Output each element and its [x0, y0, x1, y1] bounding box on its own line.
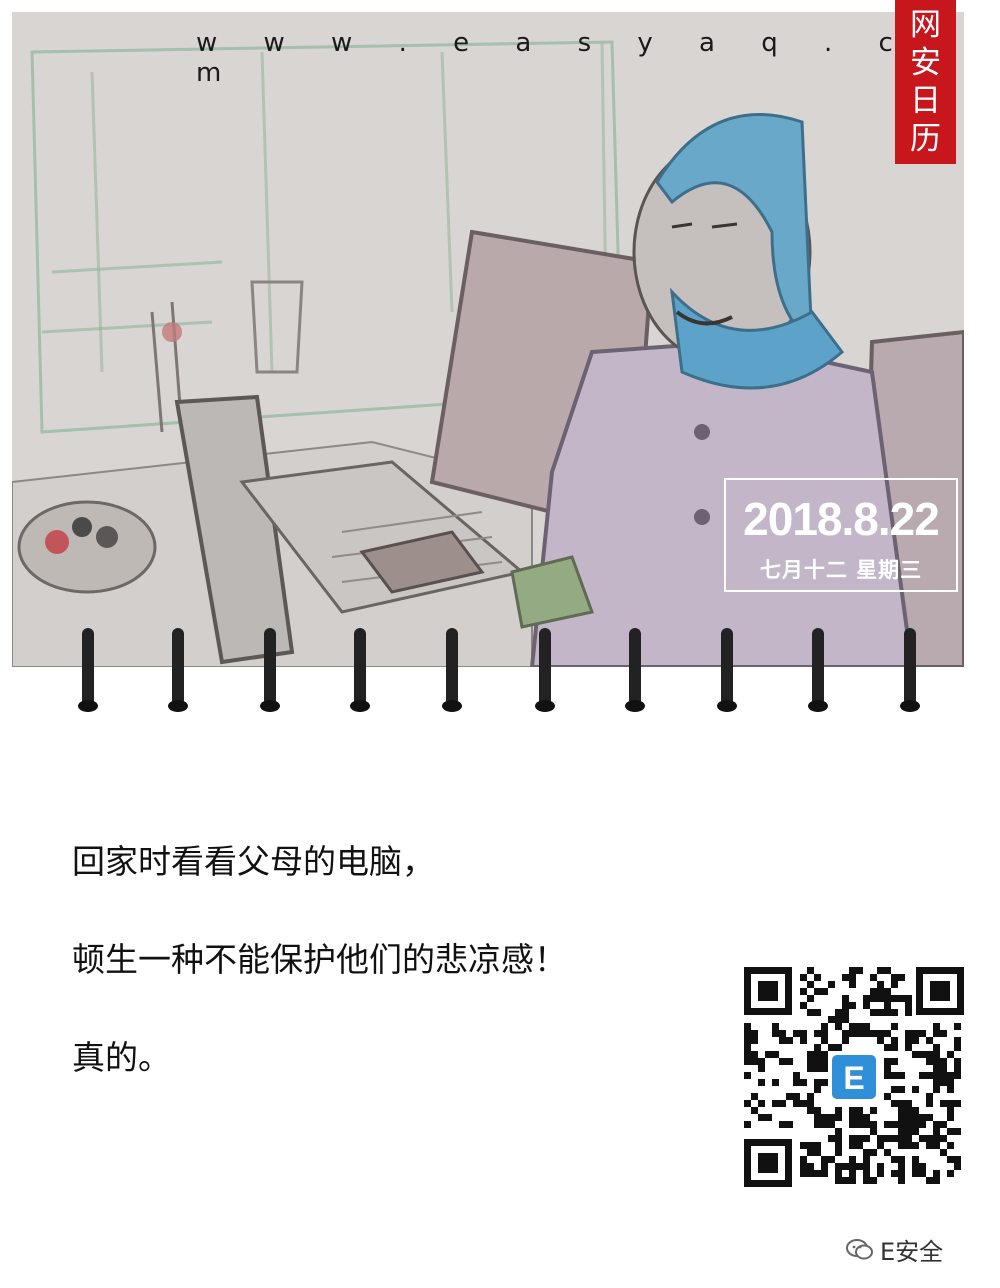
- binder-ring: [442, 628, 462, 712]
- watermark-text: E安全: [880, 1238, 944, 1266]
- watermark: E安全: [846, 1232, 943, 1267]
- wechat-icon: [846, 1238, 873, 1259]
- message-text: 回家时看看父母的电脑， 顿生一种不能保护他们的悲凉感！ 真的。: [72, 840, 567, 1134]
- qr-code: E: [744, 967, 964, 1187]
- message-line: 顿生一种不能保护他们的悲凉感！: [72, 940, 567, 979]
- calendar-tag: 网 安 日 历: [895, 0, 956, 164]
- binder-ring: [350, 628, 370, 712]
- tag-char: 网: [910, 7, 941, 43]
- tag-char: 日: [910, 83, 941, 119]
- binder-ring: [535, 628, 555, 712]
- date-text: 2018.8.22: [743, 493, 940, 545]
- binder-ring: [808, 628, 828, 712]
- binder-ring: [900, 628, 920, 712]
- binder-ring: [717, 628, 737, 712]
- message-line: 回家时看看父母的电脑，: [72, 842, 435, 881]
- message-line: 真的。: [72, 1038, 171, 1077]
- qr-center-letter: E: [843, 1060, 864, 1096]
- tag-char: 安: [910, 45, 941, 81]
- website-url: w w w . e a s y a q . c o m: [196, 28, 974, 88]
- binder-ring: [625, 628, 645, 712]
- date-box: 2018.8.22 七月十二 星期三: [724, 478, 958, 592]
- tag-char: 历: [910, 121, 941, 157]
- binder-ring: [168, 628, 188, 712]
- binder-rings: [78, 628, 920, 712]
- lunar-weekday-text: 七月十二 星期三: [759, 558, 923, 582]
- binder-ring: [260, 628, 280, 712]
- binder-ring: [78, 628, 98, 712]
